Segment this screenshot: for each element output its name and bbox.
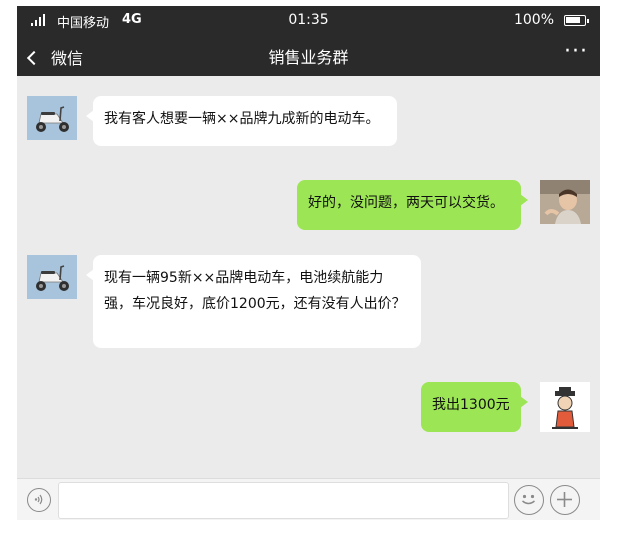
message-text: 好的，没问题，两天可以交货。 <box>308 195 504 211</box>
message-text: 我出1300元 <box>432 397 510 413</box>
chat-screen: 中国移动 4G 01:35 100% 微信 销售业务群 ··· 我有客人想要一辆… <box>17 6 600 520</box>
message-input[interactable] <box>58 482 509 519</box>
input-bar <box>17 478 600 520</box>
scooter-avatar[interactable] <box>27 96 77 140</box>
scooter-avatar[interactable] <box>27 255 77 299</box>
battery-percentage: 100% <box>513 12 554 28</box>
clock: 01:35 <box>288 12 329 28</box>
status-bar: 中国移动 4G 01:35 100% <box>17 6 600 33</box>
plus-icon[interactable] <box>550 485 580 515</box>
message-text: 我有客人想要一辆××品牌九成新的电动车。 <box>104 111 380 127</box>
message-bubble[interactable]: 好的，没问题，两天可以交货。 <box>297 180 528 230</box>
chat-title: 销售业务群 <box>268 48 349 67</box>
emoji-icon[interactable] <box>514 485 544 515</box>
message-bubble[interactable]: 我有客人想要一辆××品牌九成新的电动车。 <box>86 96 397 146</box>
voice-icon[interactable] <box>27 488 51 512</box>
message-text: 现有一辆95新××品牌电动车，电池续航能力强，车况良好，底价1200元，还有没有… <box>104 270 406 312</box>
child-photo-avatar[interactable] <box>540 180 590 224</box>
cartoon-avatar[interactable] <box>540 382 590 432</box>
more-options-button[interactable]: ··· <box>564 39 588 64</box>
nav-bar: 微信 销售业务群 ··· <box>17 33 600 76</box>
battery-icon <box>564 15 589 26</box>
message-bubble[interactable]: 我出1300元 <box>421 382 528 432</box>
message-bubble[interactable]: 现有一辆95新××品牌电动车，电池续航能力强，车况良好，底价1200元，还有没有… <box>86 255 421 348</box>
